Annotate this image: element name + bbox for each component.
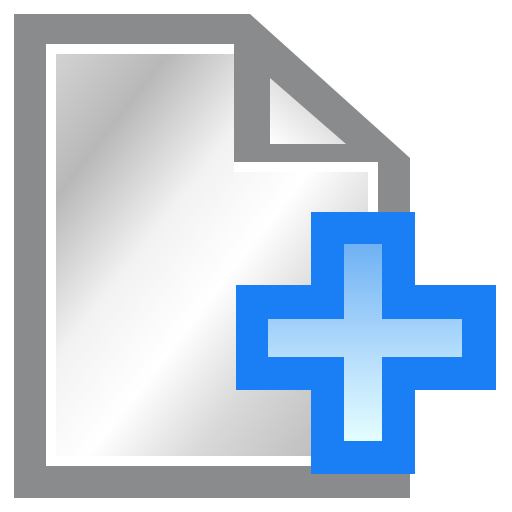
new-document-icon — [0, 0, 512, 512]
new-document-graphic — [14, 14, 496, 498]
